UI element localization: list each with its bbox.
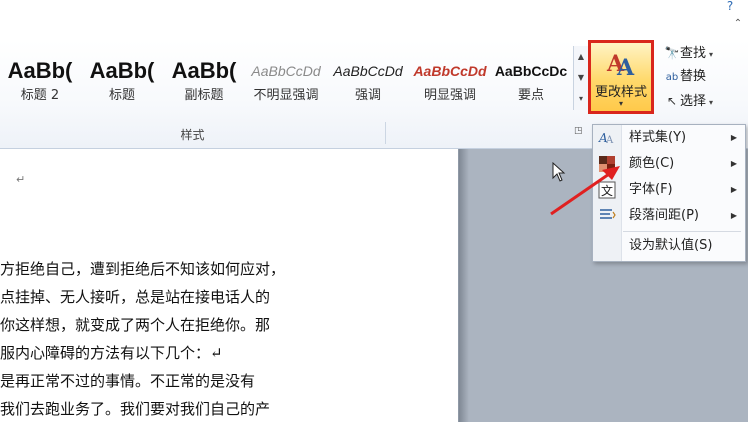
menu-item-label: 颜色(C) [629,156,675,171]
style-preview: AaBb( [7,58,73,83]
document-line: 是再正常不过的事情。不正常的是没有 [0,372,256,390]
style-gallery: AaBb( 标题 2 AaBb( 标题 AaBb( 副标题 AaBbCcDd 不… [0,50,572,114]
style-strong[interactable]: AaBbCcDc 要点 [492,50,570,114]
submenu-arrow-icon: ▶ [730,133,737,142]
page-shadow [459,149,469,422]
help-icon[interactable]: ? [720,0,740,14]
style-emphasis[interactable]: AaBbCcDd 强调 [328,50,408,114]
menu-item-set-as-default[interactable]: 设为默认值(S) [593,233,745,259]
styles-group-label: 样式 [180,128,205,142]
svg-text:文: 文 [601,183,613,198]
menu-item-label: 样式集(Y) [629,130,687,145]
paragraph-mark: ↵ [16,173,26,186]
document-line: 服内心障碍的方法有以下几个：↵ [0,344,223,362]
style-name: 副标题 [184,88,224,103]
editing-group: 🔭查找 ▾ ab 替换 ↖ 选择 ▾ [664,42,748,114]
style-subtitle[interactable]: AaBb( 副标题 [164,50,244,114]
style-preview: AaBbCcDd [413,63,487,79]
document-line: 点挂掉、无人接听，总是站在接电话人的 [0,288,271,306]
style-title[interactable]: AaBb( 标题 [82,50,162,114]
submenu-arrow-icon: ▶ [730,159,737,168]
style-name: 标题 [108,88,135,103]
change-styles-label: 更改样式 [594,85,647,100]
submenu-arrow-icon: ▶ [730,185,737,194]
change-styles-menu: AA 样式集(Y) ▶ 颜色(C) ▶ 文 字体(F) ▶ 段落间距(P) ▶ … [592,124,746,262]
color-palette-icon [597,155,617,173]
dialog-launcher-icon[interactable]: ◳ [574,126,586,138]
document-line: 我们去跑业务了。我们要对我们自己的产 [0,400,271,418]
document-page[interactable]: ↵ 方拒绝自己，遭到拒绝后不知该如何应对， 点挂掉、无人接听，总是站在接电话人的… [0,149,459,422]
mouse-cursor-icon [552,162,566,182]
menu-item-style-set[interactable]: AA 样式集(Y) ▶ [593,125,745,151]
replace-icon: ab [665,72,679,83]
menu-item-label: 设为默认值(S) [629,238,713,253]
svg-text:A: A [605,135,614,145]
menu-item-colors[interactable]: 颜色(C) ▶ [593,151,745,177]
style-preview: AaBbCcDd [251,63,321,79]
menu-item-paragraph-spacing[interactable]: 段落间距(P) ▶ [593,203,745,229]
style-name: 标题 2 [20,88,60,103]
gallery-down-icon[interactable]: ▼ [574,67,588,88]
style-preview: AaBb( [89,58,155,83]
chevron-down-icon: ▾ [709,50,714,59]
style-preview: AaBb( [171,58,237,83]
style-subtle-emphasis[interactable]: AaBbCcDd 不明显强调 [246,50,326,114]
document-line: 方拒绝自己，遭到拒绝后不知该如何应对， [0,260,286,278]
document-line: 你这样想，就变成了两个人在拒绝你。那 [0,316,271,334]
style-intense-emphasis[interactable]: AaBbCcDd 明显强调 [410,50,490,114]
chevron-up-icon[interactable]: ⌃ [731,18,745,30]
menu-item-label: 段落间距(P) [629,208,699,223]
style-preview: AaBbCcDd [333,63,403,79]
chevron-down-icon: ▾ [618,99,623,108]
style-name: 要点 [517,88,544,103]
menu-separator [623,231,741,232]
style-set-icon: AA [597,129,617,147]
style-name: 不明显强调 [253,88,319,103]
replace-button[interactable]: ab 替换 [664,66,706,88]
svg-text:A: A [616,55,635,79]
style-heading-2[interactable]: AaBb( 标题 2 [0,50,80,114]
menu-item-fonts[interactable]: 文 字体(F) ▶ [593,177,745,203]
chevron-down-icon: ▾ [709,98,714,107]
menu-item-label: 字体(F) [629,182,673,197]
find-button[interactable]: 🔭查找 ▾ [664,42,714,64]
style-name: 强调 [354,88,381,103]
gallery-scroll: ▲ ▼ ▾ [573,46,588,110]
change-styles-button[interactable]: A A 更改样式 ▾ [588,40,654,114]
find-label: 查找 [680,46,707,61]
select-button[interactable]: ↖ 选择 ▾ [664,90,713,112]
group-separator [385,122,386,144]
gallery-more-icon[interactable]: ▾ [574,88,588,109]
gallery-up-icon[interactable]: ▲ [574,46,588,67]
paragraph-spacing-icon [597,207,617,225]
pointer-icon: ↖ [666,94,678,108]
font-icon: 文 [597,181,617,199]
style-preview: AaBbCcDc [494,63,568,79]
title-area: ? ⌃ [0,0,748,40]
change-styles-icon: A A [591,47,651,81]
submenu-arrow-icon: ▶ [730,211,737,220]
replace-label: 替换 [680,69,707,84]
style-name: 明显强调 [423,88,476,103]
binoculars-icon: 🔭 [664,46,680,60]
select-label: 选择 [680,94,707,109]
